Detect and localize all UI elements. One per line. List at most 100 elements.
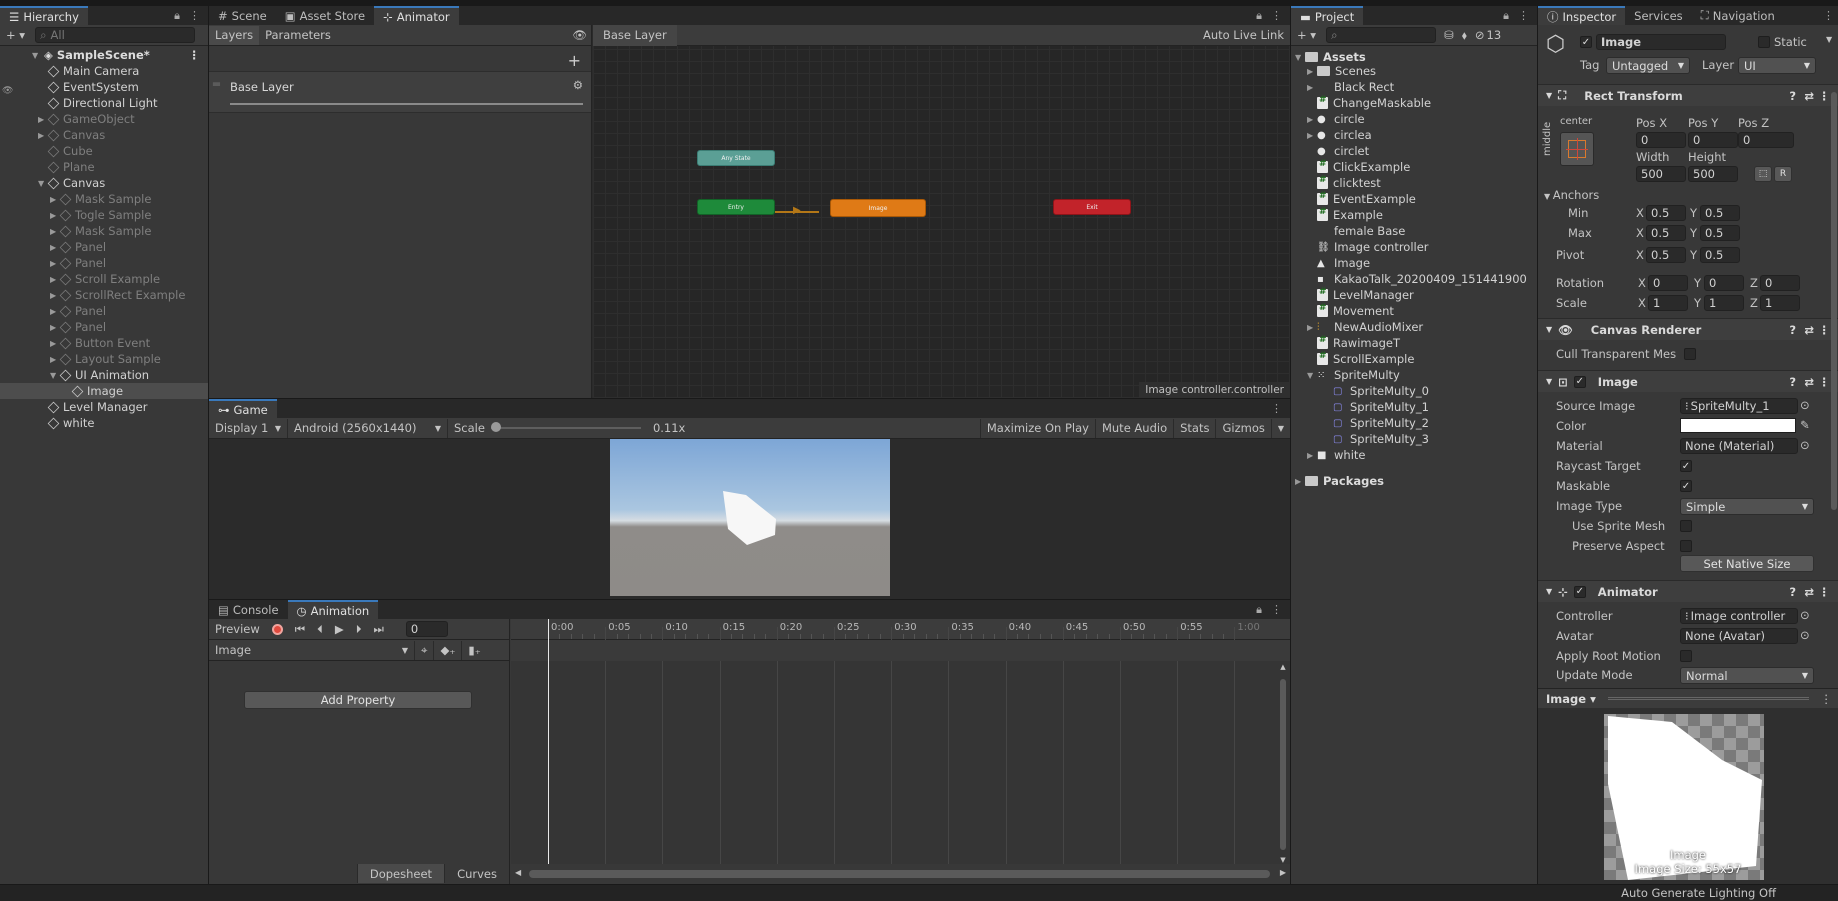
more-icon[interactable]: ⋮ bbox=[1518, 9, 1529, 22]
expand-arrow-icon[interactable]: ▶ bbox=[1307, 451, 1317, 460]
component-more-icon[interactable]: ⋮ bbox=[1819, 585, 1831, 599]
presets-icon[interactable]: ⇄ bbox=[1804, 585, 1814, 599]
hierarchy-item[interactable]: Directional Light bbox=[0, 95, 208, 111]
hierarchy-item[interactable]: ▶ Layout Sample bbox=[0, 351, 208, 367]
raw-edit-button[interactable]: R bbox=[1774, 166, 1792, 182]
component-more-icon[interactable]: ⋮ bbox=[1819, 375, 1831, 389]
timeline-area[interactable]: 0:00 0:05 0:10 0:15 0:20 0:25 0:30 0:35 0:40 0:45… bbox=[511, 619, 1290, 884]
project-item[interactable]: ▢ SpriteMulty_1 bbox=[1291, 399, 1537, 415]
hierarchy-item[interactable]: ▶ GameObject bbox=[0, 111, 208, 127]
more-icon[interactable]: ⋮ bbox=[1271, 603, 1282, 616]
object-picker-icon[interactable]: ⊙ bbox=[1800, 398, 1810, 412]
more-icon[interactable]: ⋮ bbox=[1821, 692, 1838, 706]
static-dropdown-icon[interactable]: ▼ bbox=[1826, 35, 1832, 44]
animator-graph[interactable]: Base Layer Auto Live Link Any State Entr… bbox=[593, 24, 1290, 398]
hierarchy-item[interactable]: ▶ ScrollRect Example bbox=[0, 287, 208, 303]
slider-thumb[interactable] bbox=[490, 422, 501, 432]
stats-button[interactable]: Stats bbox=[1173, 418, 1215, 438]
project-item[interactable]: ▪ KakaoTalk_20200409_151441900 bbox=[1291, 271, 1537, 287]
layer-item-base[interactable]: ═ Base Layer ⚙ bbox=[209, 71, 591, 113]
expand-arrow-icon[interactable]: ▶ bbox=[1307, 323, 1317, 332]
create-button[interactable]: + ▾ bbox=[0, 26, 31, 45]
tab-layers[interactable]: Layers bbox=[209, 25, 260, 45]
more-icon[interactable]: ⋮ bbox=[189, 9, 200, 22]
inspector-scrollbar[interactable] bbox=[1831, 92, 1837, 510]
vscroll-down-icon[interactable]: ▼ bbox=[1278, 856, 1288, 864]
vscroll-up-icon[interactable]: ▲ bbox=[1278, 663, 1288, 671]
project-item[interactable]: ClickExample bbox=[1291, 159, 1537, 175]
filter-type-icon[interactable]: ⛁ bbox=[1444, 28, 1454, 42]
project-item[interactable]: ▼ ⁙ SpriteMulty bbox=[1291, 367, 1537, 383]
eyedropper-icon[interactable]: ✎ bbox=[1800, 418, 1810, 432]
expand-arrow-icon[interactable]: ▼ bbox=[1307, 371, 1317, 380]
tab-scene[interactable]: # Scene bbox=[209, 6, 276, 25]
node-any-state[interactable]: Any State bbox=[697, 150, 775, 166]
tab-animation[interactable]: ◷ Animation bbox=[287, 600, 379, 619]
image-enabled-checkbox[interactable]: ✓ bbox=[1573, 375, 1586, 388]
source-image-field[interactable]: ⁝ SpriteMulty_1 bbox=[1680, 398, 1798, 414]
add-event-icon[interactable]: ▮₊ bbox=[461, 640, 486, 660]
project-item[interactable]: EventExample bbox=[1291, 191, 1537, 207]
static-label[interactable]: Static bbox=[1774, 35, 1807, 49]
maskable-checkbox[interactable]: ✓ bbox=[1680, 480, 1692, 492]
avatar-field[interactable]: None (Avatar) bbox=[1680, 628, 1798, 644]
add-keyframe-icon[interactable]: ◆₊ bbox=[433, 640, 461, 660]
node-exit[interactable]: Exit bbox=[1053, 199, 1131, 215]
rot-y-input[interactable]: 0 bbox=[1704, 275, 1744, 291]
help-icon[interactable]: ? bbox=[1789, 585, 1796, 599]
hierarchy-item[interactable]: Image bbox=[0, 383, 208, 399]
hierarchy-item[interactable]: EventSystem bbox=[0, 79, 208, 95]
project-item[interactable]: ChangeMaskable bbox=[1291, 95, 1537, 111]
hierarchy-item[interactable]: ▶ Panel bbox=[0, 319, 208, 335]
tag-dropdown[interactable]: Untagged ▼ bbox=[1606, 57, 1690, 74]
material-field[interactable]: None (Material) bbox=[1680, 438, 1798, 454]
hierarchy-item[interactable]: ▶ Togle Sample bbox=[0, 207, 208, 223]
animator-component-header[interactable]: ▼ ⊹ ✓ Animator ? ⇄ ⋮ bbox=[1538, 580, 1838, 602]
hierarchy-item[interactable]: ▼ Canvas bbox=[0, 175, 208, 191]
last-key-button[interactable]: ⏭ bbox=[367, 620, 389, 639]
timeline-hscroll[interactable]: ◀ ▶ bbox=[511, 864, 1290, 884]
hierarchy-item[interactable]: ▶ Panel bbox=[0, 303, 208, 319]
hierarchy-search-input[interactable]: ⌕ All bbox=[35, 27, 196, 43]
preview-button[interactable]: Preview bbox=[209, 620, 266, 639]
color-swatch[interactable] bbox=[1680, 418, 1796, 433]
help-icon[interactable]: ? bbox=[1789, 375, 1796, 389]
image-component-header[interactable]: ▼ ⊡ ✓ Image ? ⇄ ⋮ bbox=[1538, 370, 1838, 392]
hierarchy-item[interactable]: Cube bbox=[0, 143, 208, 159]
expand-arrow-icon[interactable]: ▼ bbox=[1295, 53, 1305, 62]
project-item[interactable]: ● circlet bbox=[1291, 143, 1537, 159]
project-item[interactable]: ▶ Scenes bbox=[1291, 63, 1537, 79]
pos-z-input[interactable]: 0 bbox=[1738, 132, 1794, 148]
expand-arrow-icon[interactable]: ▶ bbox=[1307, 83, 1317, 92]
auto-live-link-button[interactable]: Auto Live Link bbox=[1197, 28, 1290, 42]
active-checkbox[interactable]: ✓ bbox=[1580, 36, 1592, 48]
height-input[interactable]: 500 bbox=[1688, 166, 1738, 182]
scale-x-input[interactable]: 1 bbox=[1648, 295, 1688, 311]
presets-icon[interactable]: ⇄ bbox=[1804, 323, 1814, 337]
drag-handle-icon[interactable]: ═ bbox=[213, 77, 220, 91]
rot-z-input[interactable]: 0 bbox=[1760, 275, 1800, 291]
scale-y-input[interactable]: 1 bbox=[1704, 295, 1744, 311]
expand-arrow-icon[interactable]: ▶ bbox=[1307, 115, 1317, 124]
project-item[interactable]: ⛓ Image controller bbox=[1291, 239, 1537, 255]
resolution-dropdown[interactable]: Android (2560x1440) ▼ bbox=[287, 418, 447, 438]
project-item[interactable]: Example bbox=[1291, 207, 1537, 223]
set-native-size-button[interactable]: Set Native Size bbox=[1680, 555, 1814, 572]
more-icon[interactable]: ⋮ bbox=[1823, 9, 1834, 22]
animator-enabled-checkbox[interactable]: ✓ bbox=[1573, 585, 1586, 598]
pivot-y-input[interactable]: 0.5 bbox=[1700, 247, 1740, 263]
help-icon[interactable]: ? bbox=[1789, 323, 1796, 337]
hierarchy-item[interactable]: ▶ Panel bbox=[0, 239, 208, 255]
maximize-on-play-button[interactable]: Maximize On Play bbox=[979, 418, 1095, 438]
project-item[interactable]: LevelManager bbox=[1291, 287, 1537, 303]
visibility-icon[interactable]: 👁︎ bbox=[2, 86, 13, 96]
keyframe-filter-icon[interactable]: ⌖ bbox=[414, 640, 433, 660]
object-picker-icon[interactable]: ⊙ bbox=[1800, 608, 1810, 622]
project-item[interactable]: Movement bbox=[1291, 303, 1537, 319]
hierarchy-item[interactable]: Main Camera bbox=[0, 63, 208, 79]
pos-y-input[interactable]: 0 bbox=[1688, 132, 1738, 148]
tab-hierarchy[interactable]: ☰ Hierarchy bbox=[0, 6, 88, 25]
lock-icon[interactable]: 🔒︎ bbox=[1503, 9, 1509, 23]
hierarchy-item[interactable]: ▶ Button Event bbox=[0, 335, 208, 351]
expand-arrow-icon[interactable]: ▶ bbox=[1307, 67, 1317, 76]
